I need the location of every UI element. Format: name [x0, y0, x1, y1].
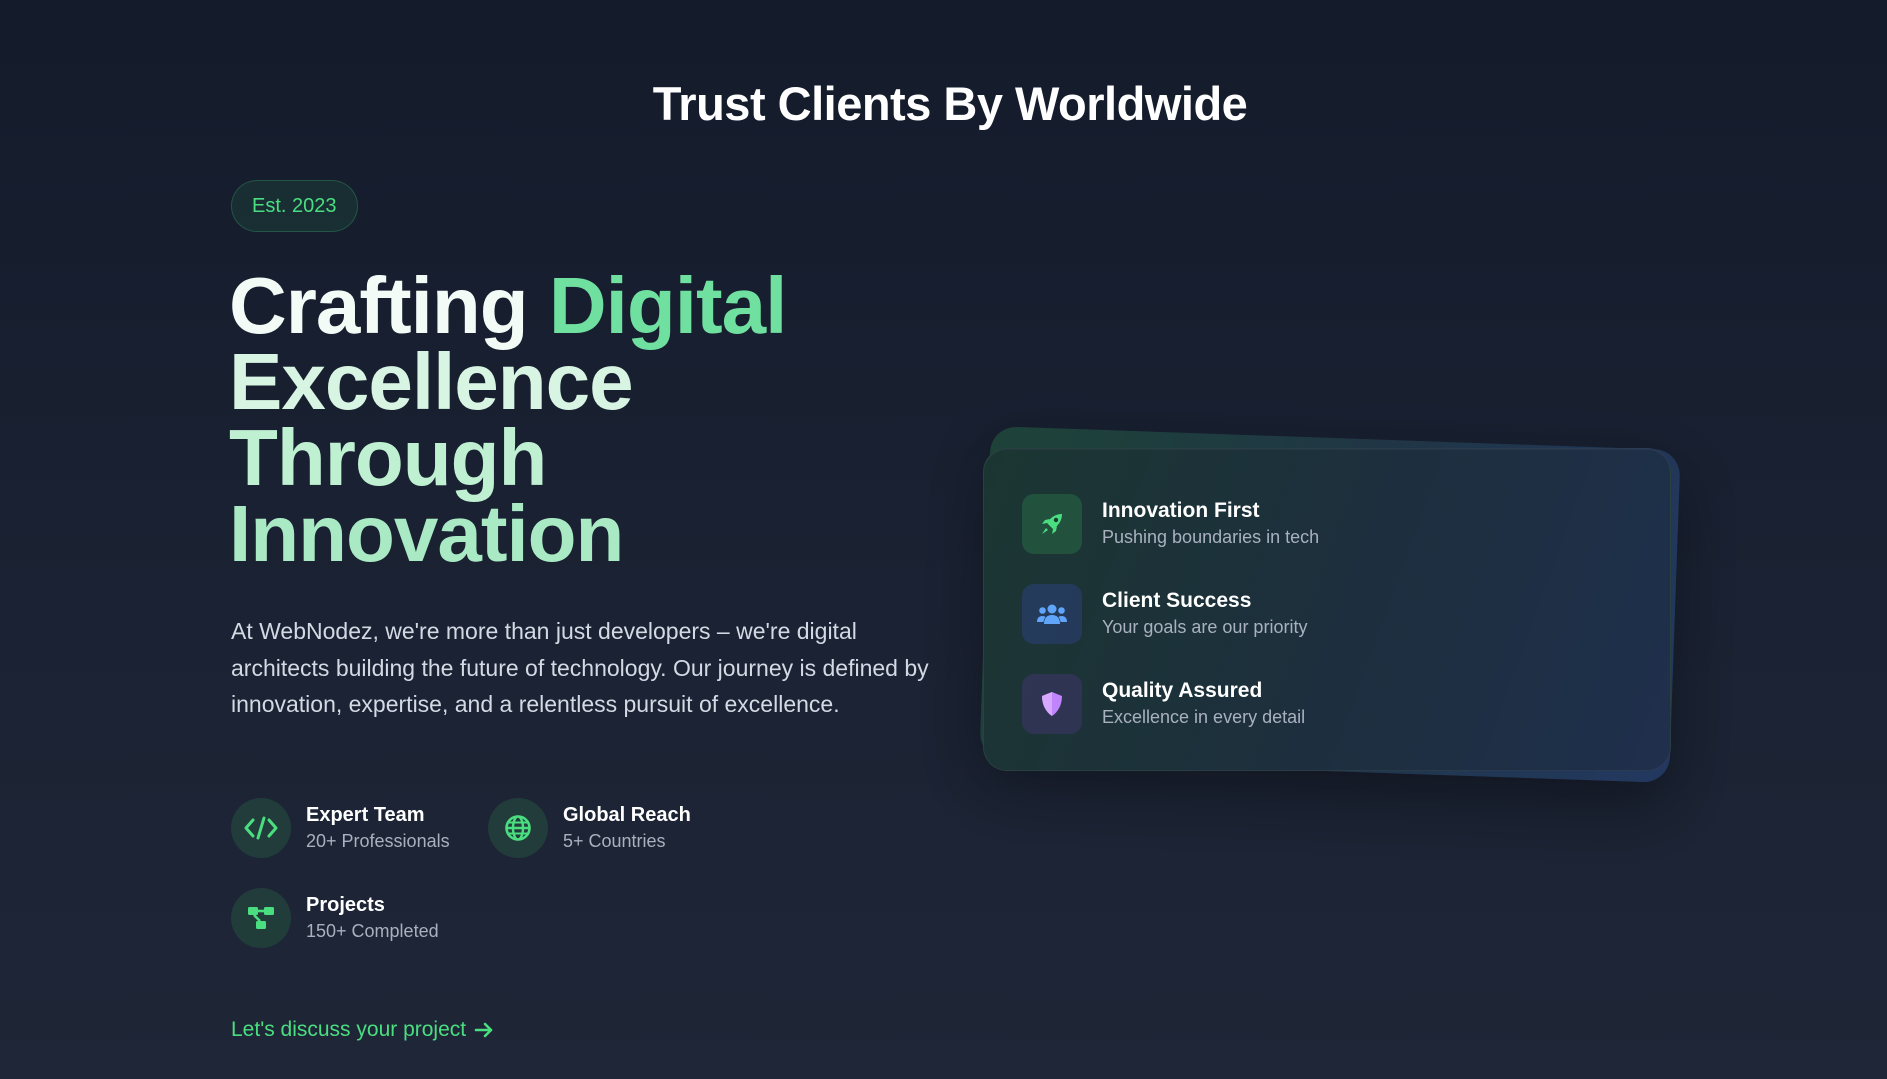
- feature-subtitle: Excellence in every detail: [1102, 707, 1306, 727]
- hero-headline: Crafting Digital Excellence Through Inno…: [229, 266, 949, 578]
- feature-text: Quality Assured Excellence in every deta…: [1102, 677, 1305, 731]
- stat-title: Expert Team: [306, 804, 425, 826]
- feature-title: Quality Assured: [1102, 679, 1263, 702]
- stat-text: Global Reach 5+ Countries: [563, 802, 691, 854]
- feature-title: Innovation First: [1102, 499, 1260, 522]
- stat-text: Projects 150+ Completed: [306, 892, 439, 944]
- section-title: Trust Clients By Worldwide: [652, 77, 1248, 130]
- stat-projects: Projects 150+ Completed: [231, 888, 439, 948]
- stat-title: Global Reach: [563, 804, 691, 826]
- feature-subtitle: Pushing boundaries in tech: [1102, 527, 1320, 547]
- feature-quality-assured: Quality Assured Excellence in every deta…: [1022, 674, 1305, 734]
- code-icon: [231, 798, 291, 858]
- stat-subtitle: 5+ Countries: [563, 831, 666, 851]
- stat-expert-team: Expert Team 20+ Professionals: [231, 798, 450, 858]
- feature-client-success: Client Success Your goals are our priori…: [1022, 584, 1307, 644]
- feature-innovation-first: Innovation First Pushing boundaries in t…: [1022, 494, 1319, 554]
- headline-through: Through: [229, 413, 547, 502]
- stat-text: Expert Team 20+ Professionals: [306, 802, 450, 854]
- headline-innovation: Innovation: [229, 489, 624, 578]
- headline-excellence: Excellence: [229, 337, 634, 426]
- feature-text: Client Success Your goals are our priori…: [1102, 587, 1307, 641]
- stat-subtitle: 20+ Professionals: [306, 831, 450, 851]
- feature-text: Innovation First Pushing boundaries in t…: [1102, 497, 1319, 551]
- feature-subtitle: Your goals are our priority: [1102, 617, 1308, 637]
- rocket-icon: [1022, 494, 1082, 554]
- cta-label: Let's discuss your project: [231, 1018, 467, 1041]
- stat-subtitle: 150+ Completed: [306, 921, 439, 941]
- feature-title: Client Success: [1102, 589, 1252, 612]
- shield-icon: [1022, 674, 1082, 734]
- project-diagram-icon: [231, 888, 291, 948]
- arrow-right-icon: [474, 1022, 493, 1038]
- features-card: Innovation First Pushing boundaries in t…: [983, 448, 1671, 771]
- headline-line-1: Crafting Digital: [229, 266, 949, 346]
- stat-global-reach: Global Reach 5+ Countries: [488, 798, 691, 858]
- hero-description: At WebNodez, we're more than just develo…: [231, 618, 929, 717]
- stat-title: Projects: [306, 894, 385, 916]
- discuss-project-link[interactable]: Let's discuss your project: [231, 1018, 494, 1042]
- about-section: Trust Clients By Worldwide Est. 2023 Cra…: [0, 0, 1887, 1079]
- globe-icon: [488, 798, 548, 858]
- users-icon: [1022, 584, 1082, 644]
- established-badge: Est. 2023: [231, 180, 358, 232]
